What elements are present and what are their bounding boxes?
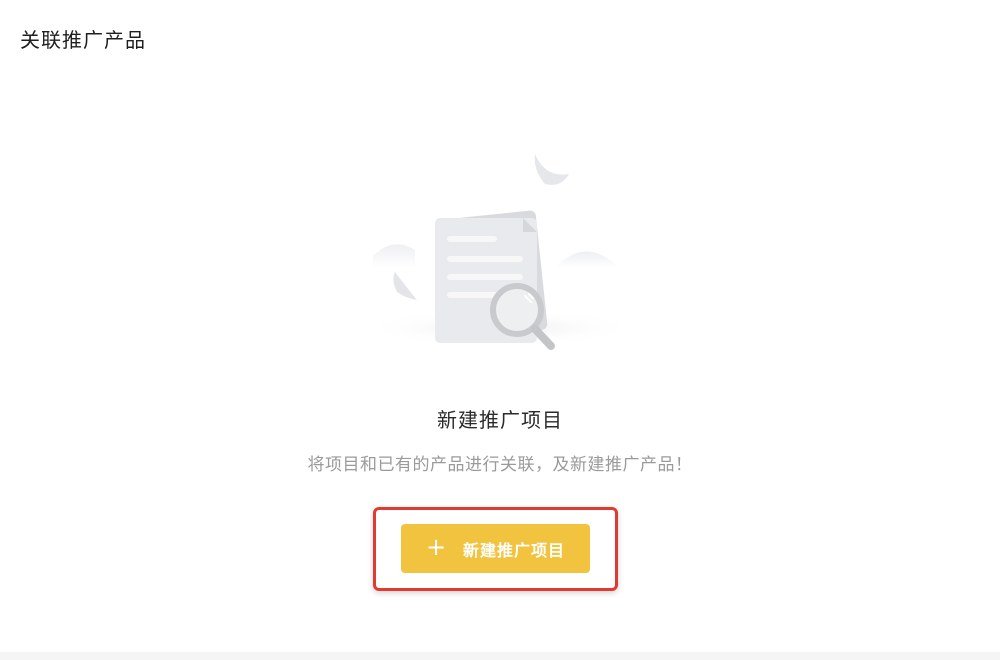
page: 关联推广产品 新建推广项目 将项目和已有的产品进行关联，及新建推广产品！ + 新… [0, 0, 1000, 660]
empty-state-illustration [355, 148, 645, 363]
empty-state-title: 新建推广项目 [437, 408, 563, 432]
page-title: 关联推广产品 [20, 28, 146, 52]
create-project-button-label: 新建推广项目 [463, 540, 566, 560]
bottom-divider [0, 652, 1000, 660]
create-project-button[interactable]: + 新建推广项目 [401, 524, 590, 573]
document-search-icon [360, 154, 640, 350]
empty-state-description: 将项目和已有的产品进行关联，及新建推广产品！ [307, 455, 693, 475]
plus-icon: + [425, 532, 448, 561]
